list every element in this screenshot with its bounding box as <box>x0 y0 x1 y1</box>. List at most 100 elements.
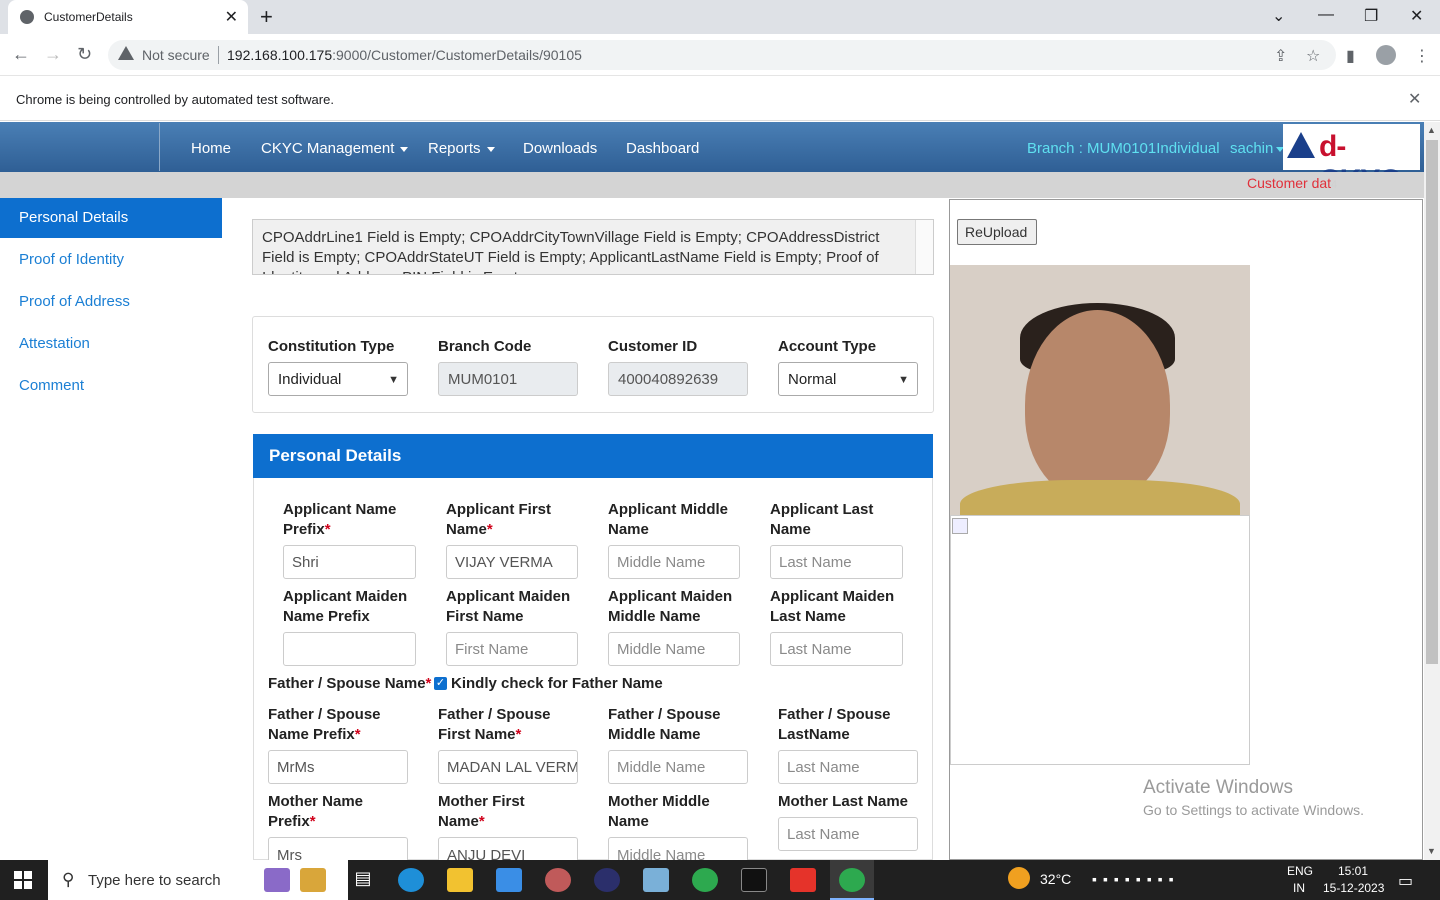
fs-middle-name-label: Father / Spouse Middle Name <box>608 705 721 745</box>
mother-prefix-input[interactable]: Mrs <box>268 837 408 860</box>
share-icon[interactable]: ⇪ <box>1274 46 1287 66</box>
maiden-middle-name-input[interactable]: Middle Name <box>608 632 740 666</box>
mother-last-name-input[interactable]: Last Name <box>778 817 918 851</box>
label-line: Name Prefix <box>283 608 370 625</box>
reupload-button[interactable]: ReUpload <box>957 219 1037 245</box>
lang-in[interactable]: IN <box>1293 881 1305 895</box>
sidebar-item-personal-details[interactable]: Personal Details <box>0 198 222 238</box>
maiden-last-name-input[interactable]: Last Name <box>770 632 903 666</box>
customer-id-field[interactable]: 400040892639 <box>608 362 748 396</box>
sidebar-item-proof-of-address[interactable]: Proof of Address <box>0 282 222 322</box>
anydesk-icon[interactable] <box>790 868 816 892</box>
nav-dashboard[interactable]: Dashboard <box>626 140 699 157</box>
father-name-checkbox[interactable]: ✓ <box>434 677 447 690</box>
start-pane <box>14 871 22 879</box>
url-text[interactable]: 192.168.100.175:9000/Customer/CustomerDe… <box>227 47 582 63</box>
father-name-checkbox-label[interactable]: Kindly check for Father Name <box>451 674 663 694</box>
scroll-up-icon[interactable]: ▲ <box>1427 125 1436 135</box>
profile-icon[interactable] <box>1376 45 1396 65</box>
infobar-text: Chrome is being controlled by automated … <box>16 92 334 107</box>
tab-search-icon[interactable]: ⌄ <box>1272 6 1285 26</box>
mother-first-name-input[interactable]: ANJU DEVI <box>438 837 578 860</box>
close-icon[interactable]: ✕ <box>1408 89 1421 109</box>
close-tab-icon[interactable]: ✕ <box>225 7 238 27</box>
sidebar-item-attestation[interactable]: Attestation <box>0 324 222 364</box>
sidepanel-icon[interactable]: ▮ <box>1346 46 1355 66</box>
fs-first-name-label: Father / Spouse First Name* <box>438 705 551 745</box>
account-type-value: Normal <box>788 371 837 388</box>
account-type-select[interactable]: Normal ▼ <box>778 362 918 396</box>
applicant-middle-name-input[interactable]: Middle Name <box>608 545 740 579</box>
label-line: Name <box>770 521 811 538</box>
clock-date[interactable]: 15-12-2023 <box>1323 881 1384 895</box>
notification-icon[interactable]: ▭ <box>1398 871 1413 891</box>
lang-eng[interactable]: ENG <box>1287 864 1313 878</box>
label-line: Mother Name <box>268 793 364 810</box>
back-icon[interactable]: ← <box>12 44 30 65</box>
windows-start-icon[interactable] <box>14 871 32 889</box>
sidebar-item-proof-of-identity[interactable]: Proof of Identity <box>0 240 222 280</box>
nav-reports[interactable]: Reports <box>428 140 495 157</box>
terminal-icon[interactable] <box>741 868 767 892</box>
applicant-last-name-input[interactable]: Last Name <box>770 545 903 579</box>
chrome-icon[interactable] <box>692 868 718 892</box>
maiden-first-name-input[interactable]: First Name <box>446 632 578 666</box>
menu-icon[interactable]: ⋮ <box>1414 46 1430 66</box>
close-window-button[interactable]: ✕ <box>1410 6 1423 26</box>
caret-down-icon <box>400 146 409 152</box>
new-tab-button[interactable]: + <box>260 4 273 30</box>
minimize-button[interactable]: — <box>1318 6 1334 24</box>
nav-home[interactable]: Home <box>191 140 231 157</box>
logo-image[interactable] <box>2 123 160 171</box>
restore-button[interactable]: ❐ <box>1364 6 1378 26</box>
paint-app-icon[interactable] <box>545 868 571 892</box>
notes-app-icon[interactable] <box>300 868 326 892</box>
notepad-icon[interactable] <box>643 868 669 892</box>
textarea-scrollbar[interactable] <box>915 220 933 274</box>
search-icon: ⚲ <box>62 870 75 889</box>
fs-prefix-input[interactable]: MrMs <box>268 750 408 784</box>
required-marker: * <box>486 521 493 538</box>
maiden-prefix-input[interactable] <box>283 632 416 666</box>
applicant-prefix-input[interactable]: Shri <box>283 545 416 579</box>
file-explorer-icon[interactable] <box>447 868 473 892</box>
reload-icon[interactable]: ↻ <box>77 44 92 65</box>
label-line: Name <box>608 521 649 538</box>
clock-time[interactable]: 15:01 <box>1338 864 1368 878</box>
not-secure-label[interactable]: Not secure <box>142 47 210 63</box>
fs-last-name-input[interactable]: Last Name <box>778 750 918 784</box>
task-view-icon[interactable]: ▤ <box>350 868 376 892</box>
mother-middle-name-label: Mother Middle Name <box>608 792 710 832</box>
forward-icon[interactable]: → <box>44 44 62 65</box>
eclipse-icon[interactable] <box>594 868 620 892</box>
nav-ckyc-management[interactable]: CKYC Management <box>261 140 409 157</box>
edge-icon[interactable] <box>398 868 424 892</box>
store-icon[interactable] <box>496 868 522 892</box>
temperature[interactable]: 32°C <box>1040 871 1071 887</box>
photo-shirt <box>960 480 1240 515</box>
chrome-icon[interactable] <box>839 868 865 892</box>
fs-middle-name-input[interactable]: Middle Name <box>608 750 748 784</box>
weather-icon[interactable] <box>1008 867 1030 889</box>
sidebar-item-comment[interactable]: Comment <box>0 366 222 406</box>
branch-code-field[interactable]: MUM0101 <box>438 362 578 396</box>
constitution-type-select[interactable]: Individual ▼ <box>268 362 408 396</box>
error-textarea[interactable]: CPOAddrLine1 Field is Empty; CPOAddrCity… <box>252 219 934 275</box>
scrollbar-thumb[interactable] <box>1426 140 1438 664</box>
user-menu[interactable]: sachin <box>1230 140 1285 157</box>
clapper-app-icon[interactable] <box>264 868 290 892</box>
required-marker: * <box>324 521 331 538</box>
brand-prefix: d- <box>1319 130 1346 163</box>
nav-downloads[interactable]: Downloads <box>523 140 597 157</box>
applicant-middle-name-label: Applicant Middle Name <box>608 500 728 540</box>
start-pane <box>14 881 22 889</box>
fs-first-name-input[interactable]: MADAN LAL VERMA <box>438 750 578 784</box>
tray-icons[interactable]: ▪▪▪▪▪▪▪▪ <box>1092 871 1180 887</box>
mother-middle-name-input[interactable]: Middle Name <box>608 837 748 860</box>
label-line: Applicant First <box>446 501 552 518</box>
applicant-first-name-input[interactable]: VIJAY VERMA <box>446 545 578 579</box>
label-line: Name <box>438 813 479 830</box>
scroll-down-icon[interactable]: ▼ <box>1427 846 1436 856</box>
star-icon[interactable]: ☆ <box>1306 46 1320 66</box>
browser-tab[interactable]: CustomerDetails ✕ <box>8 0 248 34</box>
